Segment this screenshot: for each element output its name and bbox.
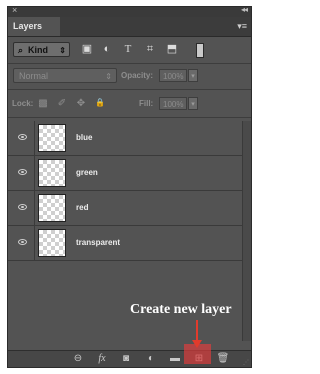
lock-label: Lock: [12,99,34,108]
blend-mode-value: Normal [19,71,49,81]
add-mask-icon[interactable]: ◙ [119,352,133,366]
layer-name: red [76,203,89,212]
opacity-label: Opacity: [121,71,154,80]
eye-icon [18,169,27,175]
fill-label: Fill: [139,99,154,108]
close-icon[interactable]: × [12,7,17,15]
visibility-toggle[interactable] [12,156,35,190]
lock-all-icon[interactable]: 🔒 [94,98,106,107]
divider [8,117,251,118]
smart-object-filter-icon[interactable]: ⬒ [165,43,179,56]
tab-bar: Layers ▾≡ [8,17,251,37]
layer-name: blue [76,133,93,142]
search-icon: ⌕ [18,45,24,55]
trash-icon[interactable]: 🗑 [216,352,230,366]
adjustment-layer-icon[interactable]: ◐ [144,352,158,366]
eye-icon [18,204,27,210]
eye-icon [18,134,27,140]
pixel-filter-icon[interactable]: ▣ [80,43,94,56]
chevron-updown-icon: ⇕ [59,46,66,55]
layer-thumbnail [38,159,66,187]
layer-row[interactable]: green [8,156,244,191]
layers-bottom-toolbar: ⊖ fx ◙ ◐ ▬ ⊞ 🗑 ⋰ [8,350,251,367]
opacity-input[interactable]: 100% [159,69,187,82]
scrollbar[interactable] [242,121,251,341]
panel-title-bar: × ◂◂ [8,7,251,17]
visibility-toggle[interactable] [12,191,35,225]
filter-toggle-switch[interactable] [196,43,204,58]
link-layers-icon[interactable]: ⊖ [71,352,85,366]
lock-transparent-pixels-icon[interactable]: ▩ [37,98,49,109]
eye-icon [18,239,27,245]
panel-menu-icon[interactable]: ▾≡ [237,21,247,32]
fill-input[interactable]: 100% [159,97,187,110]
fill-slider-button[interactable]: ▾ [188,97,198,110]
collapse-icon[interactable]: ◂◂ [241,7,248,14]
lock-position-icon[interactable]: ✥ [75,98,87,109]
blend-mode-select[interactable]: Normal ⇕ [13,68,117,83]
layer-row[interactable]: transparent [8,226,244,261]
arrow-down-icon [192,340,202,348]
tab-layers[interactable]: Layers [8,17,60,36]
callout-arrow [196,320,198,342]
filter-row: ⌕ Kind ⇕ ▣ ◐ T ⌗ ⬒ [8,40,251,62]
lock-image-pixels-icon[interactable]: ✐ [56,98,68,109]
type-filter-icon[interactable]: T [121,43,135,56]
divider [8,89,251,90]
divider [8,63,251,64]
layer-thumbnail [38,229,66,257]
layer-thumbnail [38,124,66,152]
layer-row[interactable]: red [8,191,244,226]
new-group-icon[interactable]: ▬ [168,352,182,366]
layer-name: green [76,168,98,177]
callout-label: Create new layer [130,302,232,317]
filter-kind-select[interactable]: ⌕ Kind ⇕ [13,42,70,57]
layer-list: blue green red transparent [8,121,244,263]
shape-filter-icon[interactable]: ⌗ [143,43,157,56]
layer-style-icon[interactable]: fx [95,352,109,366]
chevron-updown-icon: ⇕ [105,72,112,81]
filter-kind-label: Kind [28,45,48,55]
layer-name: transparent [76,238,121,247]
resize-grip[interactable]: ⋰ [243,359,249,366]
layer-thumbnail [38,194,66,222]
opacity-slider-button[interactable]: ▾ [188,69,198,82]
layer-row[interactable]: blue [8,121,244,156]
adjustment-filter-icon[interactable]: ◐ [100,43,114,56]
visibility-toggle[interactable] [12,121,35,155]
visibility-toggle[interactable] [12,226,35,260]
